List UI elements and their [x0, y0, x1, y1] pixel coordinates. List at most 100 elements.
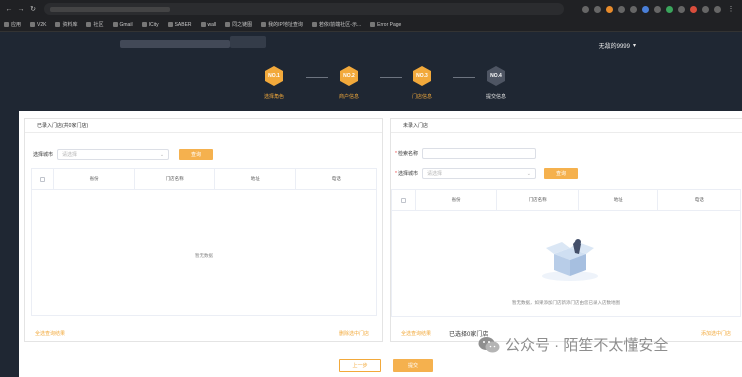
folder-icon [55, 22, 61, 27]
search-name-input[interactable] [421, 148, 536, 159]
gmail-icon [112, 22, 118, 27]
extension-icon[interactable] [630, 5, 637, 13]
extension-icon[interactable] [618, 5, 625, 13]
watermark: 公众号 · 陌笙不太懂安全 [478, 334, 668, 355]
bookmark-item[interactable]: 应用 [4, 21, 21, 28]
step-badge: NO.1 [265, 66, 283, 86]
step-2: NO.2 商户信息 [329, 66, 369, 100]
panel-title: 未录入门店 [391, 119, 742, 133]
select-all-checkbox[interactable] [400, 197, 406, 203]
bookmark-item[interactable]: 同之链图 [225, 21, 252, 28]
extensions-area: ⋮ [582, 4, 738, 14]
required-marker: * [395, 150, 397, 157]
city-select[interactable]: 请选择 ⌄ [57, 149, 170, 160]
folder-icon [30, 22, 36, 27]
bookmark-item[interactable]: 资料库 [55, 21, 77, 28]
step-3: NO.3 门店信息 [402, 66, 442, 100]
step-label: 提交信息 [485, 94, 506, 100]
search-name-label: 检索名称 [397, 151, 418, 157]
bookmark-item[interactable]: Gmail [112, 22, 133, 28]
wechat-icon [478, 336, 500, 352]
bookmark-item[interactable]: ICity [141, 22, 159, 28]
column-header: 省份 [416, 190, 498, 210]
site-icon [311, 22, 317, 27]
bookmark-item[interactable]: 若依/前端社区-示... [311, 21, 361, 28]
title-redacted [230, 36, 266, 48]
select-all-checkbox-cell [32, 169, 54, 189]
bookmark-item[interactable]: SABER [167, 22, 192, 28]
extension-icon[interactable] [606, 5, 613, 13]
extension-icon[interactable] [654, 5, 661, 13]
site-icon [225, 22, 231, 27]
site-icon [167, 22, 173, 27]
entered-stores-panel: 已录入门店(共0家门店) 选择城市 请选择 ⌄ 查询 省份 门店名称 地址 电话… [24, 118, 383, 342]
column-header: 电话 [331, 176, 341, 181]
search-name-row: * 检索名称 [395, 148, 536, 159]
submit-button[interactable]: 提交 [393, 359, 433, 372]
unentered-stores-panel: 未录入门店 * 检索名称 * 选择城市 请选择 ⌄ 查询 省份 门店名称 地址 … [390, 118, 742, 342]
city-filter-row: * 选择城市 请选择 ⌄ 查询 [395, 168, 578, 179]
star-icon[interactable] [594, 5, 601, 13]
delete-selected-link[interactable]: 删除选中门店 [339, 330, 369, 337]
entered-stores-table: 省份 门店名称 地址 电话 暂无数据 [31, 168, 377, 316]
extension-icon[interactable] [642, 5, 649, 13]
bookmark-item[interactable]: 我的IP地址查询 [261, 21, 303, 28]
table-header: 省份 门店名称 地址 电话 [392, 190, 740, 211]
step-label: 门店信息 [411, 94, 432, 100]
query-button[interactable]: 查询 [179, 149, 214, 160]
browser-toolbar: ← → ↻ ⋮ [0, 0, 742, 18]
column-header: 地址 [215, 169, 297, 189]
user-name: 无敌的9999 [598, 44, 630, 50]
menu-icon[interactable]: ⋮ [726, 4, 736, 14]
add-selected-link[interactable]: 添加选中门店 [701, 330, 731, 337]
extension-icon[interactable] [678, 5, 685, 13]
city-label: 选择城市 [33, 152, 54, 158]
forward-icon[interactable]: → [16, 4, 26, 14]
chevron-down-icon: ⌄ [159, 151, 165, 158]
select-all-results-link[interactable]: 全选查询结果 [35, 330, 65, 337]
address-bar[interactable] [44, 3, 564, 15]
city-filter-row: 选择城市 请选择 ⌄ 查询 [33, 149, 214, 160]
required-marker: * [395, 170, 397, 177]
table-header: 省份 门店名称 地址 电话 [32, 169, 376, 190]
bookmark-item[interactable]: 社区 [86, 21, 104, 28]
chevron-down-icon: ▾ [632, 43, 636, 49]
city-label: 选择城市 [397, 171, 418, 177]
step-label: 商户信息 [338, 94, 359, 100]
select-all-checkbox-cell [392, 190, 416, 210]
city-select[interactable]: 请选择 ⌄ [421, 168, 536, 179]
user-menu[interactable]: 无敌的9999 ▾ [599, 41, 636, 50]
select-all-results-link[interactable]: 全选查询结果 [401, 330, 431, 337]
step-badge: NO.3 [413, 66, 431, 86]
step-badge: NO.2 [340, 66, 358, 86]
extension-icon[interactable] [666, 5, 673, 13]
profile-avatar[interactable] [714, 5, 721, 13]
column-header: 地址 [579, 190, 659, 210]
column-header: 门店名称 [135, 169, 215, 189]
url-redacted [50, 6, 170, 12]
translate-icon[interactable] [582, 5, 589, 13]
step-connector [453, 77, 475, 78]
reload-icon[interactable]: ↻ [28, 4, 38, 14]
previous-step-button[interactable]: 上一步 [339, 359, 381, 372]
unentered-stores-table: 省份 门店名称 地址 电话 暂无数据，如果添加门店新添门店由您已录入店数地图 [391, 189, 741, 317]
folder-icon [86, 22, 92, 27]
site-icon [200, 22, 206, 27]
bookmark-item[interactable]: wall [200, 22, 216, 28]
column-header: 省份 [54, 169, 136, 189]
bookmarks-bar: 应用 V2K 资料库 社区 Gmail ICity SABER wall 同之链… [0, 18, 742, 32]
step-label: 选择角色 [263, 94, 284, 100]
column-header: 电话 [694, 197, 704, 202]
site-icon [141, 22, 147, 27]
extension-icon[interactable] [702, 5, 709, 13]
extension-icon[interactable] [690, 5, 697, 13]
empty-state-text: 暂无数据 [195, 253, 213, 258]
back-icon[interactable]: ← [4, 4, 14, 14]
query-button[interactable]: 查询 [543, 168, 578, 179]
select-all-checkbox[interactable] [39, 176, 45, 182]
progress-steps: NO.1 选择角色 NO.2 商户信息 NO.3 门店信息 NO.4 提交信息 [0, 66, 742, 106]
bookmark-item[interactable]: V2K [30, 22, 46, 28]
step-4: NO.4 提交信息 [476, 66, 516, 100]
bookmark-item[interactable]: Error Page [370, 22, 401, 28]
chevron-down-icon: ⌄ [526, 170, 531, 177]
